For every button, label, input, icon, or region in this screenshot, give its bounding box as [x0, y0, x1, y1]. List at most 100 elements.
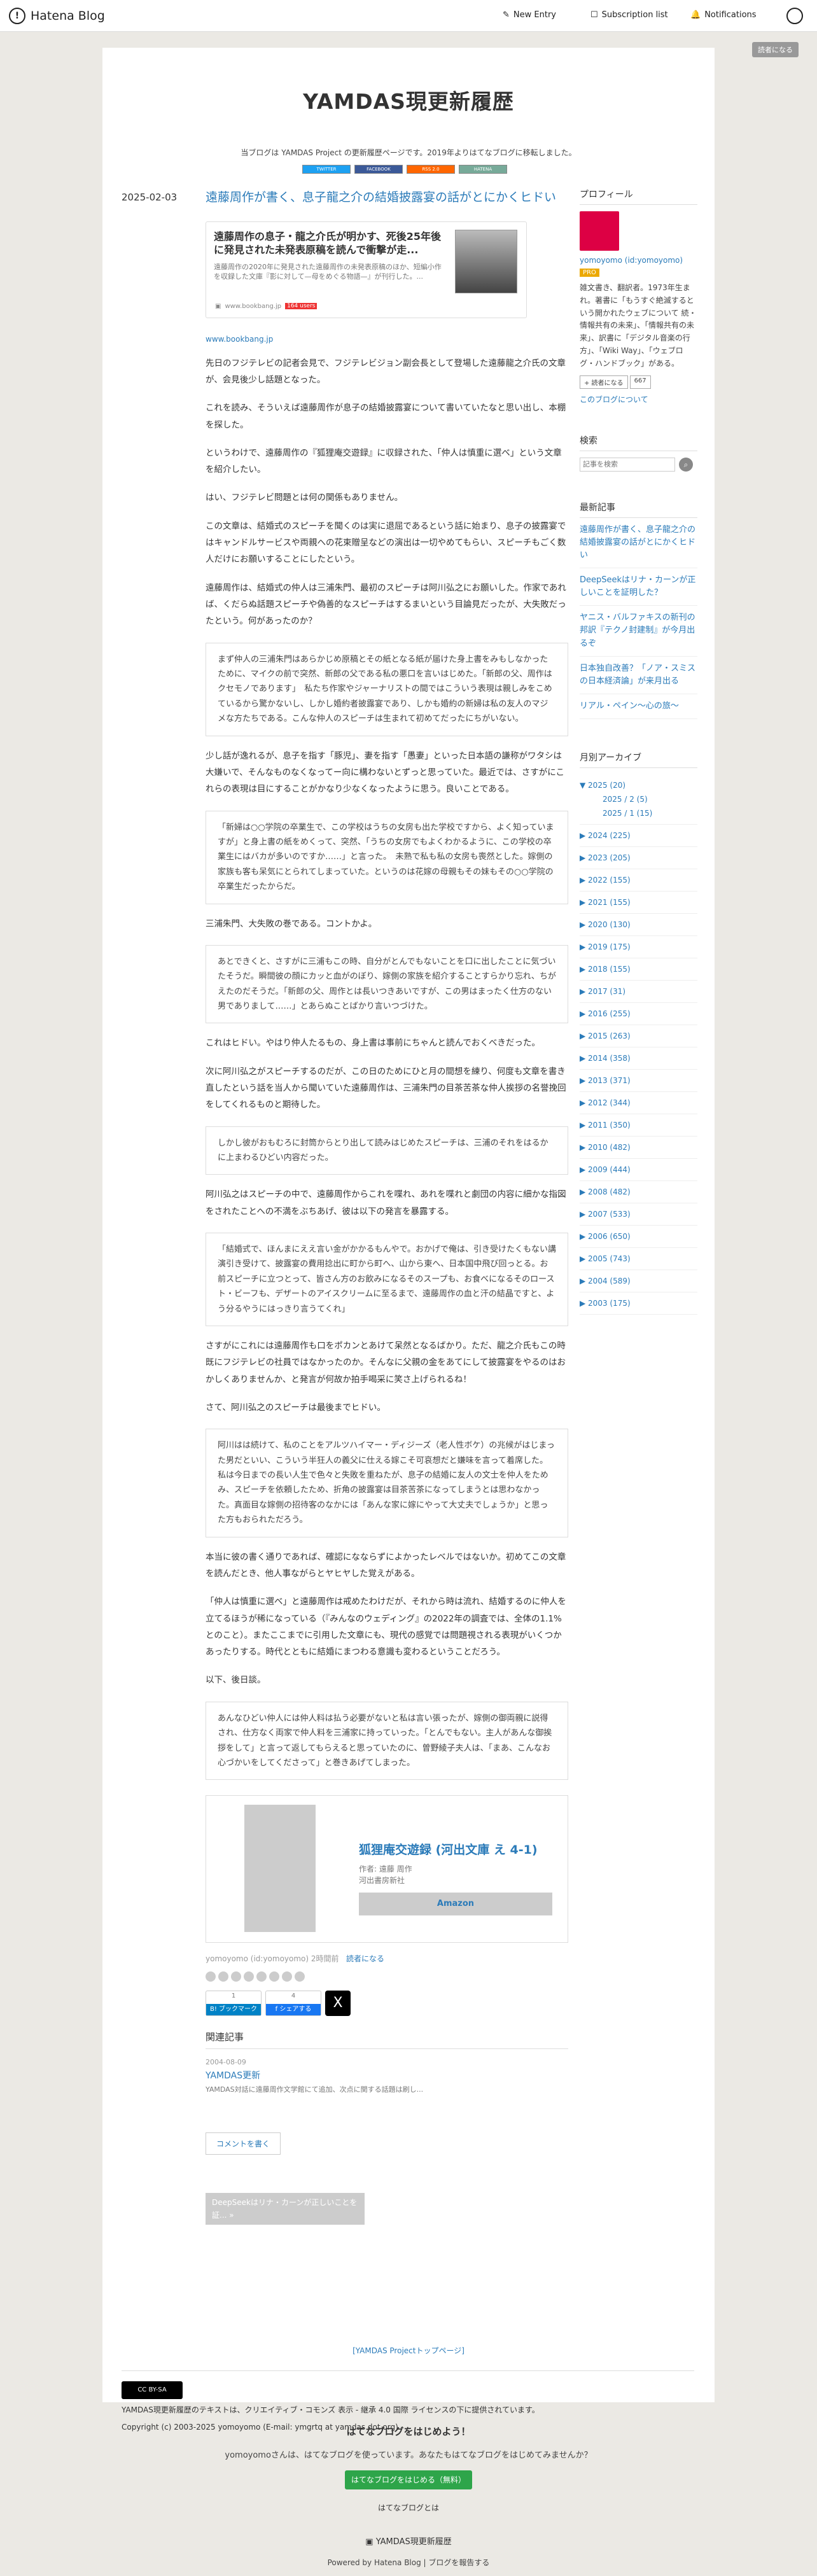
- star-user-icon[interactable]: [256, 1971, 267, 1982]
- about-hatena-blog-link[interactable]: はてなブログとは: [0, 2502, 817, 2513]
- recent-item[interactable]: 日本独自改善？「ノア・スミスの日本経済論」が来月出る: [580, 657, 697, 694]
- star-user-icon[interactable]: [218, 1971, 228, 1982]
- book-cover-image[interactable]: [244, 1805, 316, 1933]
- entry-date[interactable]: 2025-02-03: [122, 192, 177, 203]
- archive-year[interactable]: ▶ 2024 (225): [580, 825, 697, 848]
- archive-year[interactable]: ▶ 2007 (533): [580, 1203, 697, 1226]
- pager-next[interactable]: DeepSeekはリナ・カーンが正しいことを証... »: [206, 2193, 365, 2225]
- hatena-blog-logo[interactable]: ! Hatena Blog: [9, 8, 105, 24]
- entry-footer: yomoyomo (id:yomoyomo) 2時間前 読者になる: [206, 1953, 568, 1964]
- profile-name[interactable]: yomoyomo (id:yomoyomo): [580, 256, 697, 265]
- about-link[interactable]: このブログについて: [580, 395, 648, 404]
- hatena-bookmark-button[interactable]: 1 B! ブックマーク: [206, 1991, 262, 2017]
- archive-year[interactable]: ▶ 2018 (155): [580, 958, 697, 981]
- user-avatar-icon[interactable]: [786, 8, 803, 24]
- paragraph: はい、フジテレビ問題とは何の関係もありません。: [206, 493, 403, 503]
- book-card: 狐狸庵交遊録 (河出文庫 え 4-1) 作者: 遠藤 周作 河出書房新社 Ama…: [206, 1795, 568, 1943]
- hatena-badge[interactable]: HATENA: [459, 165, 507, 174]
- x-share-icon[interactable]: X: [325, 1991, 351, 2017]
- archive-year[interactable]: ▶ 2013 (371): [580, 1070, 697, 1093]
- footer-blog-name[interactable]: ▣ YAMDAS現更新履歴: [0, 2535, 817, 2547]
- archive-year[interactable]: ▶ 2012 (344): [580, 1092, 697, 1115]
- archive-year[interactable]: ▶ 2015 (263): [580, 1025, 697, 1048]
- facebook-badge[interactable]: FACEBOOK: [354, 165, 403, 174]
- start-blog-button[interactable]: はてなブログをはじめる（無料）: [345, 2470, 472, 2489]
- cc-license-icon[interactable]: CC BY-SA: [122, 2381, 183, 2399]
- subscriber-count: 667: [629, 375, 651, 389]
- paragraph: 次に阿川弘之がスピーチするのだが、この日のためにひと月の間想を練り、何度も文章を…: [206, 1066, 566, 1110]
- paragraph: これはヒドい。やはり仲人たるもの、身上書は事前にちゃんと読んでおくべきだった。: [206, 1038, 540, 1049]
- archive-year[interactable]: ▶ 2021 (155): [580, 892, 697, 914]
- blog-title[interactable]: YAMDAS現更新履歴: [102, 85, 715, 115]
- archive-year[interactable]: ▶ 2022 (155): [580, 869, 697, 892]
- paragraph: 以下、後日談。: [206, 1675, 266, 1686]
- reader-button-top[interactable]: 読者になる: [752, 42, 799, 57]
- quote: 「結婚式で、ほんまにええ言い金がかかるもんやで。おかげで俺は、引き受けたくもない…: [206, 1233, 568, 1326]
- site-favicon-icon: ▣: [215, 302, 221, 310]
- star-user-icon[interactable]: [282, 1971, 292, 1982]
- archive-year[interactable]: ▶ 2010 (482): [580, 1137, 697, 1159]
- comment-button[interactable]: コメントを書く: [206, 2132, 281, 2155]
- paragraph: 阿川弘之はスピーチの中で、遠藤周作からこれを喋れ、あれを喋れと劇団の内容に細かな…: [206, 1189, 566, 1217]
- bell-icon: 🔔: [690, 10, 701, 20]
- subscribe-button[interactable]: + 読者になる: [580, 375, 628, 389]
- twitter-badge[interactable]: TWITTER: [302, 165, 351, 174]
- archive-year[interactable]: ▶ 2014 (358): [580, 1047, 697, 1070]
- users-badge[interactable]: 164 users: [285, 303, 318, 310]
- archive-year[interactable]: ▶ 2011 (350): [580, 1114, 697, 1137]
- rss-badge[interactable]: RSS 2.0: [407, 165, 455, 174]
- archive-month[interactable]: 2025 / 1 (15): [580, 806, 697, 825]
- archive-year[interactable]: ▶ 2003 (175): [580, 1292, 697, 1315]
- recent-item[interactable]: リアル・ペイン～心の旅～: [580, 694, 697, 720]
- quote: しかし彼がおもむろに封筒からとり出して読みはじめたスピーチは、三浦のそれをはるか…: [206, 1126, 568, 1175]
- add-star-icon[interactable]: [206, 1971, 216, 1982]
- archive-year[interactable]: ▼ 2025 (20): [580, 774, 697, 792]
- profile-avatar[interactable]: [580, 211, 619, 251]
- archive-list: ▼ 2025 (20) 2025 / 2 (5) 2025 / 1 (15) ▶…: [580, 774, 697, 1315]
- star-user-icon[interactable]: [231, 1971, 241, 1982]
- star-user-icon[interactable]: [269, 1971, 279, 1982]
- star-list: [206, 1971, 568, 1982]
- pro-badge[interactable]: PRO: [580, 269, 599, 277]
- notifications-link[interactable]: 🔔 Notifications: [690, 10, 757, 20]
- archive-year[interactable]: ▶ 2016 (255): [580, 1003, 697, 1026]
- star-user-icon[interactable]: [295, 1971, 305, 1982]
- amazon-button[interactable]: Amazon: [359, 1893, 552, 1916]
- paragraph: さすがにこれには遠藤周作も口をポカンとあけて呆然となるばかり。ただ、龍之介氏もこ…: [206, 1340, 566, 1385]
- archive-year[interactable]: ▶ 2004 (589): [580, 1270, 697, 1293]
- archive-year[interactable]: ▶ 2017 (31): [580, 981, 697, 1004]
- archive-year[interactable]: ▶ 2005 (743): [580, 1248, 697, 1271]
- powered-by[interactable]: Powered by Hatena Blog | ブログを報告する: [0, 2557, 817, 2568]
- related-title[interactable]: YAMDAS更新: [206, 2069, 568, 2082]
- related-entry[interactable]: 2004-08-09 YAMDAS更新 YAMDAS対話に遠藤周作文学館にて追加…: [206, 2058, 568, 2094]
- archive-year[interactable]: ▶ 2008 (482): [580, 1181, 697, 1204]
- recent-item[interactable]: ヤニス・バルファキスの新刊の邦訳『テクノ封建制』が今月出るぞ: [580, 606, 697, 657]
- new-entry-link[interactable]: ✎ New Entry: [503, 10, 556, 20]
- recent-item[interactable]: 遠藤周作が書く、息子龍之介の結婚披露宴の話がとにかくヒドい: [580, 518, 697, 568]
- hatena-logo-icon: !: [9, 8, 25, 24]
- subscribe-widget: + 読者になる 667: [580, 375, 697, 389]
- archive-year[interactable]: ▶ 2020 (130): [580, 914, 697, 937]
- archive-year[interactable]: ▶ 2009 (444): [580, 1159, 697, 1182]
- search-icon[interactable]: ⌕: [679, 457, 693, 472]
- embed-title[interactable]: 遠藤周作の息子・龍之介氏が明かす、死後25年後に発見された未発表原稿を読んで衝撃…: [214, 230, 443, 257]
- reader-link[interactable]: 読者になる: [346, 1954, 384, 1963]
- entry-title[interactable]: 遠藤周作が書く、息子龍之介の結婚披露宴の話がとにかくヒドい: [206, 189, 568, 206]
- embed-card[interactable]: 遠藤周作の息子・龍之介氏が明かす、死後25年後に発見された未発表原稿を読んで衝撃…: [206, 221, 527, 318]
- top-page-link[interactable]: [YAMDAS Projectトップページ]: [102, 2345, 715, 2356]
- book-title[interactable]: 狐狸庵交遊録 (河出文庫 え 4-1): [359, 1840, 538, 1858]
- archive-year[interactable]: ▶ 2019 (175): [580, 936, 697, 959]
- source-link[interactable]: www.bookbang.jp: [206, 335, 273, 344]
- star-user-icon[interactable]: [244, 1971, 254, 1982]
- search-input[interactable]: [580, 457, 675, 472]
- facebook-share-button[interactable]: 4 f シェアする: [265, 1991, 321, 2017]
- subscription-list-link[interactable]: ☐ Subscription list: [590, 10, 668, 20]
- entry-author[interactable]: yomoyomo (id:yomoyomo) 2時間前: [206, 1954, 339, 1963]
- entry: 遠藤周作が書く、息子龍之介の結婚披露宴の話がとにかくヒドい 遠藤周作の息子・龍之…: [206, 189, 568, 2225]
- page-footer: はてなブログをはじめよう！ yomoyomoさんは、はてなブログを使っています。…: [0, 2425, 817, 2568]
- blog-badges: TWITTER FACEBOOK RSS 2.0 HATENA: [302, 165, 507, 174]
- archive-month[interactable]: 2025 / 2 (5): [580, 792, 697, 806]
- recent-item[interactable]: DeepSeekはリナ・カーンが正しいことを証明した？: [580, 568, 697, 606]
- archive-year[interactable]: ▶ 2023 (205): [580, 847, 697, 870]
- archive-year[interactable]: ▶ 2006 (650): [580, 1226, 697, 1249]
